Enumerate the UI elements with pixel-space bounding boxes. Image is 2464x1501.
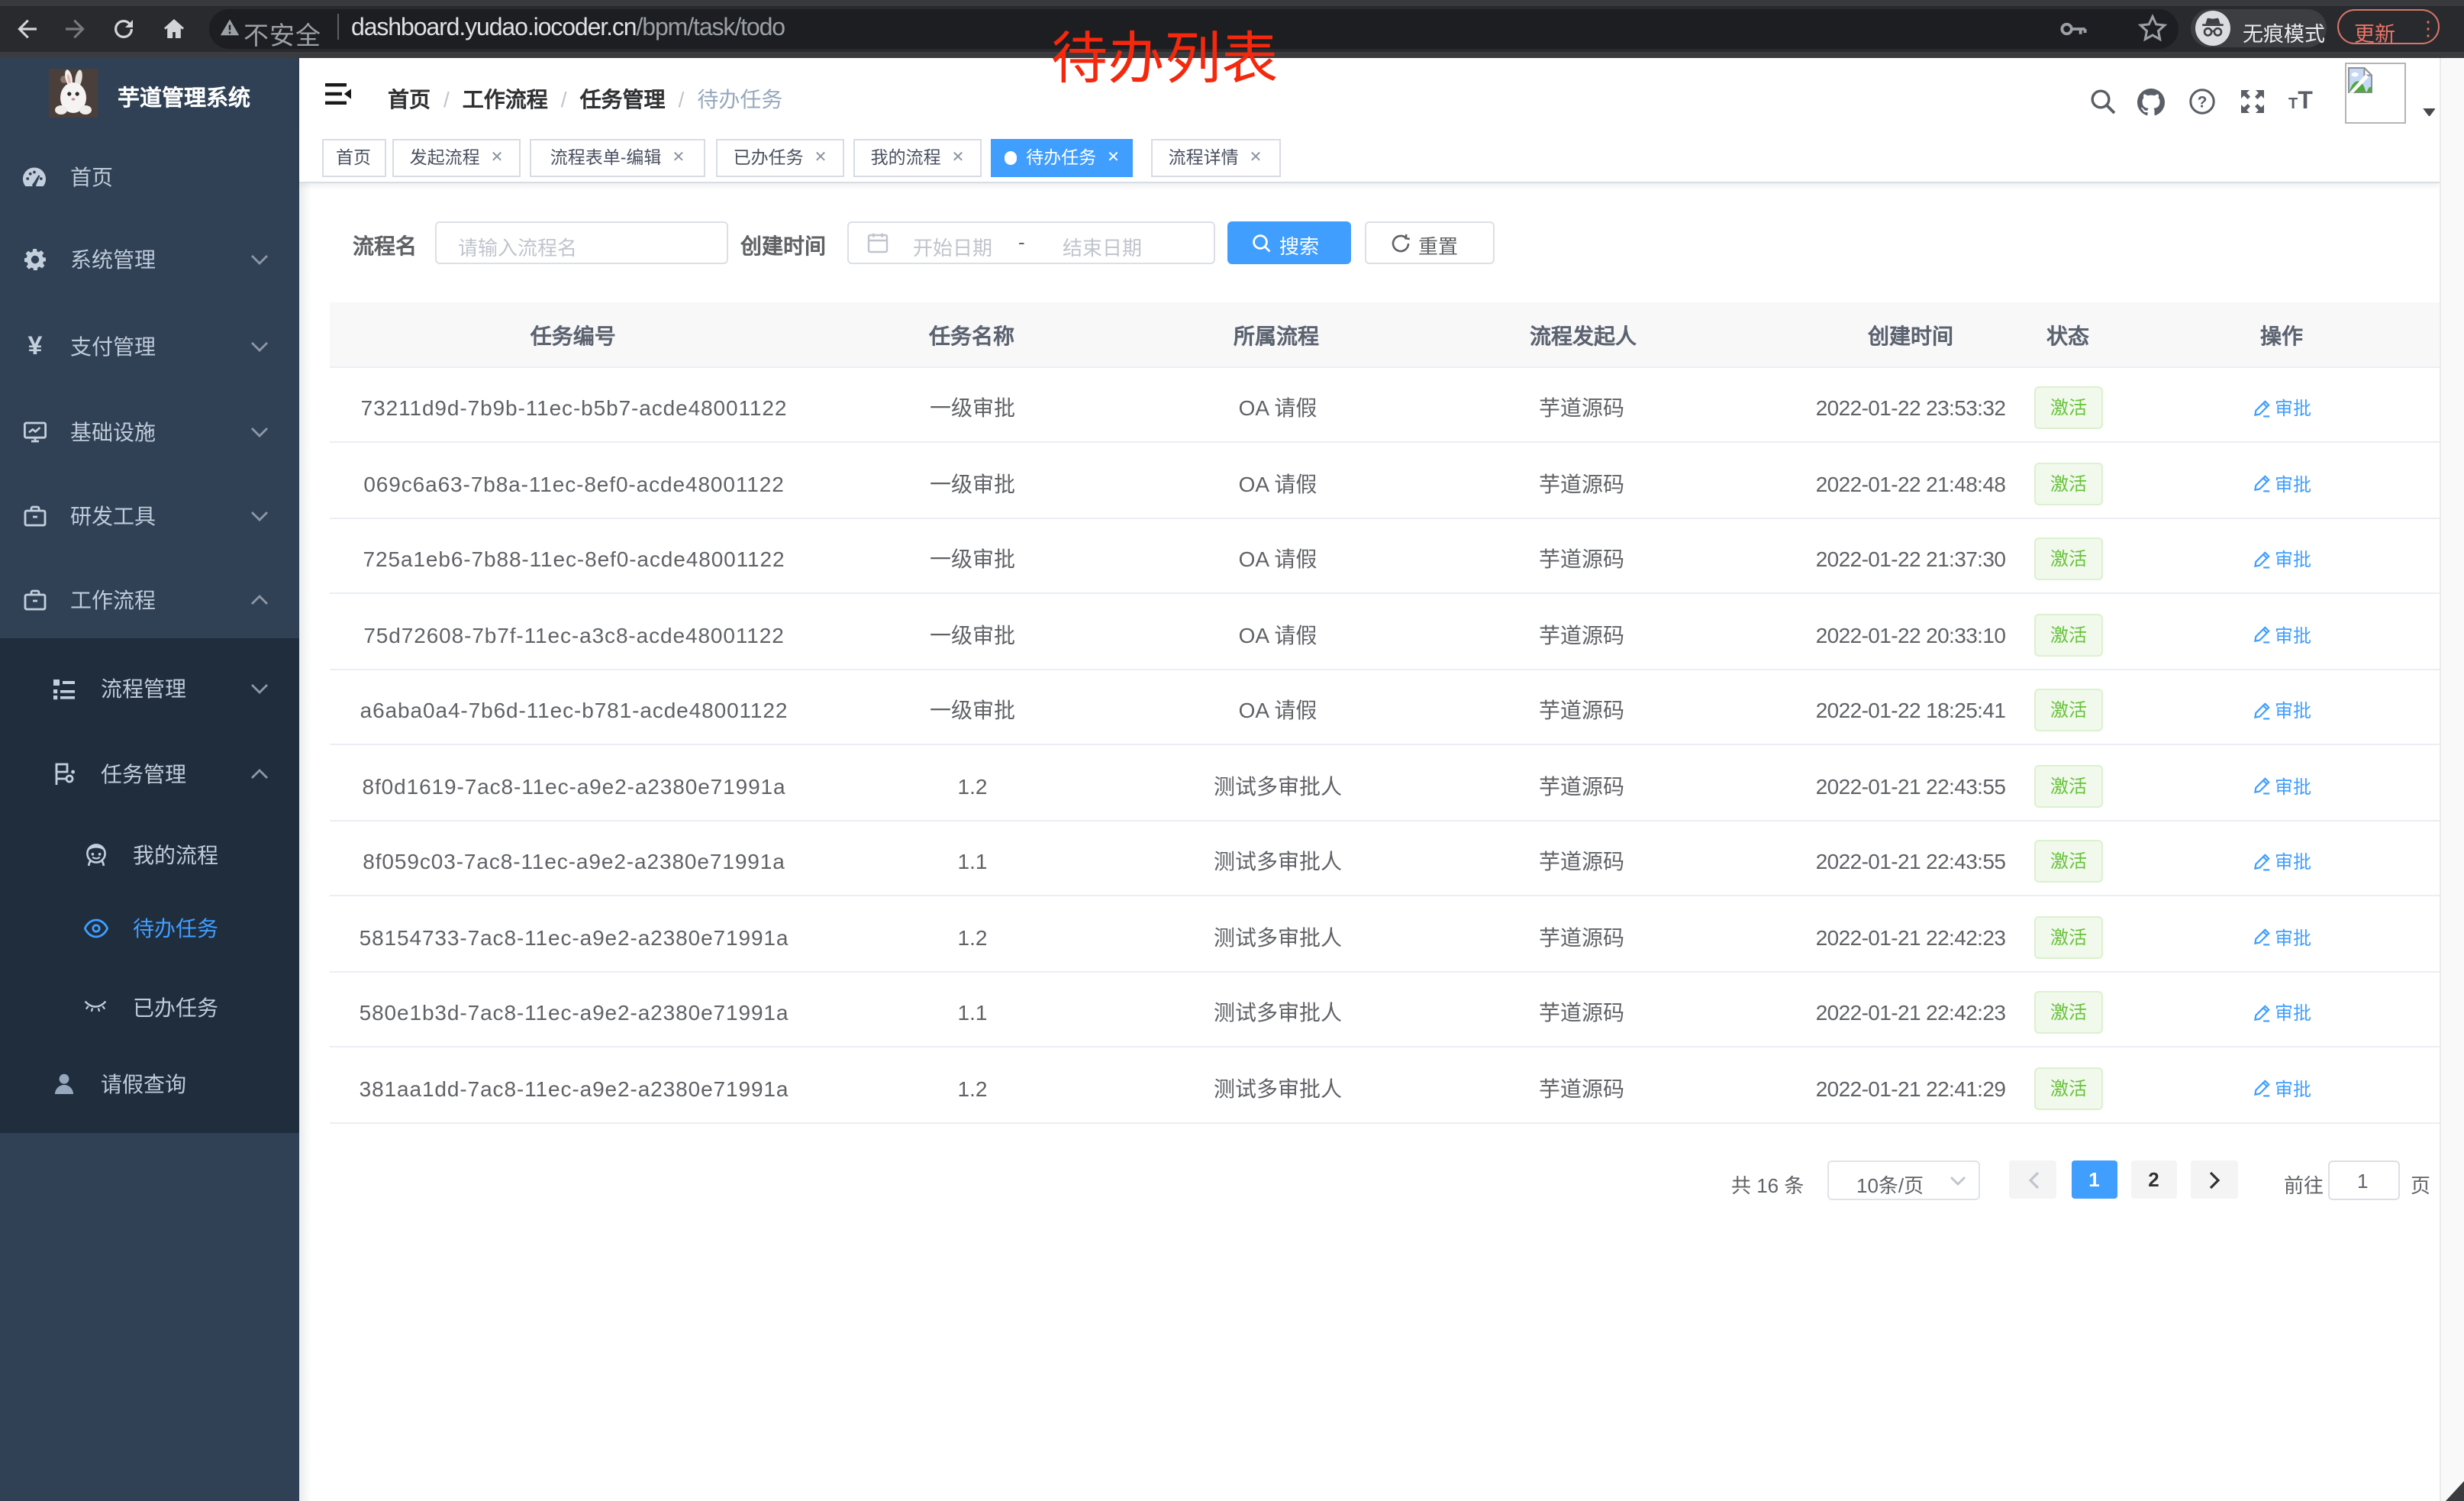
svg-text:?: ? (2198, 94, 2208, 111)
